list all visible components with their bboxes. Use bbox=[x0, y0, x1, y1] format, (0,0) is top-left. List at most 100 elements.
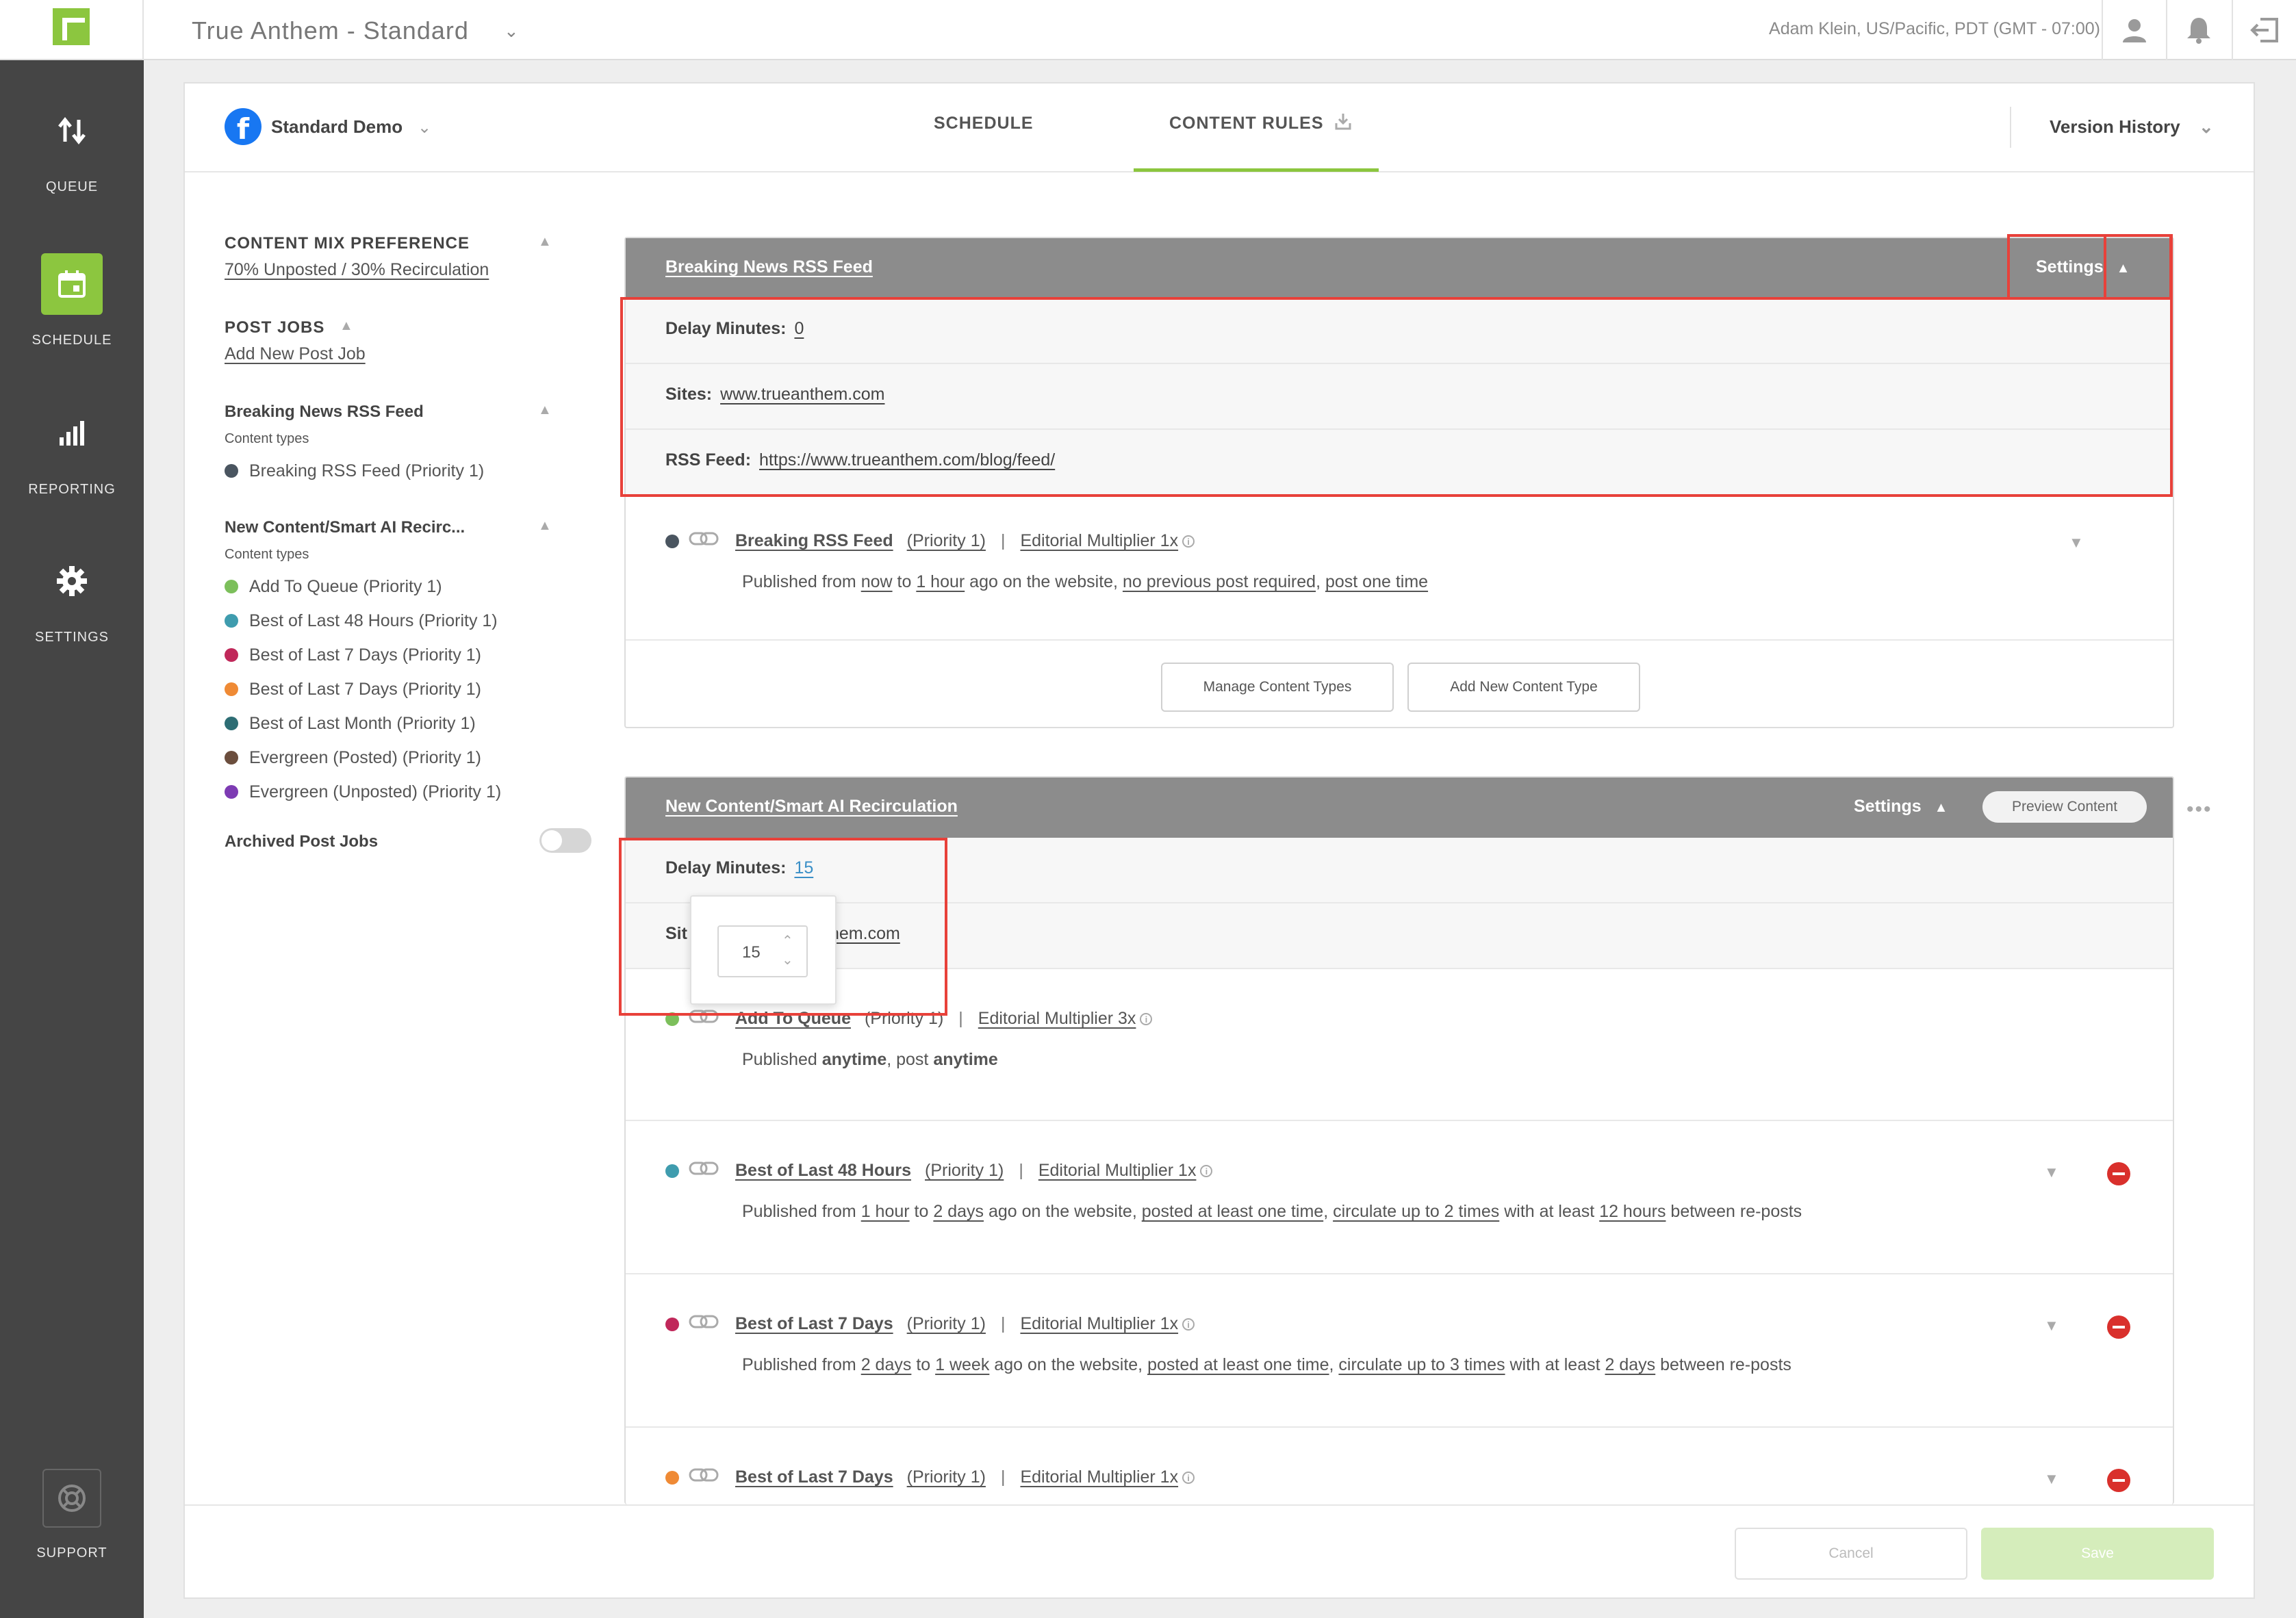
collapse-triangle-icon[interactable]: ▲ bbox=[538, 234, 552, 250]
link-icon[interactable] bbox=[689, 1161, 719, 1181]
logo-container[interactable] bbox=[0, 0, 144, 60]
panel-title[interactable]: New Content/Smart AI Recirculation bbox=[665, 797, 958, 817]
info-icon[interactable]: i bbox=[1182, 1318, 1195, 1331]
collapse-triangle-icon[interactable]: ▲ bbox=[538, 402, 552, 418]
rule-from[interactable]: 2 days bbox=[861, 1355, 912, 1374]
list-item[interactable]: Evergreen (Posted) (Priority 1) bbox=[225, 741, 560, 775]
panel-title[interactable]: Breaking News RSS Feed bbox=[665, 257, 873, 277]
rule-name[interactable]: Best of Last 48 Hours bbox=[735, 1161, 911, 1181]
sidebar-item-label: SCHEDULE bbox=[31, 333, 112, 348]
sidebar-item-label: REPORTING bbox=[28, 482, 116, 497]
remove-rule-button[interactable] bbox=[2107, 1162, 2130, 1185]
remove-rule-button[interactable] bbox=[2107, 1315, 2130, 1339]
editorial-multiplier[interactable]: Editorial Multiplier 3x bbox=[978, 1009, 1136, 1029]
info-icon[interactable]: i bbox=[1140, 1012, 1153, 1025]
rule-name[interactable]: Best of Last 7 Days bbox=[735, 1467, 893, 1487]
content-rule-row: Best of Last 7 Days (Priority 1) | Edito… bbox=[626, 1428, 2173, 1504]
chevron-down-icon[interactable]: ▼ bbox=[2044, 1164, 2059, 1181]
app-title[interactable]: True Anthem - Standard bbox=[192, 16, 469, 45]
content-rule-row: Breaking RSS Feed (Priority 1) | Editori… bbox=[626, 496, 2173, 641]
content-types-label: Content types bbox=[225, 431, 309, 446]
settings-toggle[interactable]: Settings ▲ bbox=[1854, 797, 1948, 817]
rule-post-frequency[interactable]: post one time bbox=[1325, 572, 1428, 591]
sidebar-item-reporting[interactable]: REPORTING bbox=[0, 402, 144, 498]
editorial-multiplier[interactable]: Editorial Multiplier 1x bbox=[1038, 1161, 1197, 1181]
job-title[interactable]: Breaking News RSS Feed ▲ bbox=[225, 402, 560, 422]
rule-condition[interactable]: posted at least one time bbox=[1142, 1202, 1323, 1221]
info-icon[interactable]: i bbox=[1182, 1471, 1195, 1484]
editorial-multiplier[interactable]: Editorial Multiplier 1x bbox=[1020, 531, 1178, 551]
logout-icon[interactable] bbox=[2232, 0, 2296, 60]
rule-name[interactable]: Best of Last 7 Days bbox=[735, 1314, 893, 1334]
link-icon[interactable] bbox=[689, 531, 719, 551]
rule-name[interactable]: Breaking RSS Feed bbox=[735, 531, 893, 551]
list-item[interactable]: Best of Last Month (Priority 1) bbox=[225, 706, 560, 741]
save-button[interactable]: Save bbox=[1981, 1528, 2214, 1580]
list-item[interactable]: Evergreen (Unposted) (Priority 1) bbox=[225, 775, 560, 809]
sidebar-item-support[interactable]: SUPPORT bbox=[0, 1469, 144, 1561]
chevron-down-icon[interactable]: ▼ bbox=[2069, 534, 2084, 552]
list-item[interactable]: Best of Last 7 Days (Priority 1) bbox=[225, 638, 560, 672]
collapse-triangle-icon[interactable]: ▲ bbox=[538, 518, 552, 534]
rule-gap[interactable]: 2 days bbox=[1605, 1355, 1656, 1374]
rule-to[interactable]: 1 hour bbox=[916, 572, 965, 591]
rule-from[interactable]: now bbox=[861, 572, 893, 591]
collapse-triangle-icon[interactable]: ▲ bbox=[340, 318, 354, 334]
rule-condition[interactable]: posted at least one time bbox=[1147, 1355, 1329, 1374]
remove-rule-button[interactable] bbox=[2107, 1469, 2130, 1492]
rule-to[interactable]: 2 days bbox=[933, 1202, 984, 1221]
list-item[interactable]: Best of Last 7 Days (Priority 1) bbox=[225, 672, 560, 706]
color-dot bbox=[225, 648, 238, 662]
rule-priority[interactable]: (Priority 1) bbox=[925, 1161, 1004, 1181]
version-history-dropdown[interactable]: Version History ⌄ bbox=[2010, 107, 2254, 148]
rule-to[interactable]: 1 week bbox=[935, 1355, 989, 1374]
color-dot bbox=[225, 717, 238, 730]
add-new-content-type-button[interactable]: Add New Content Type bbox=[1407, 663, 1640, 712]
user-icon[interactable] bbox=[2102, 0, 2166, 60]
add-post-job-link[interactable]: Add New Post Job bbox=[225, 344, 366, 364]
info-icon[interactable]: i bbox=[1200, 1164, 1213, 1177]
rule-priority[interactable]: (Priority 1) bbox=[907, 1467, 986, 1487]
sidebar-item-label: SETTINGS bbox=[34, 630, 109, 645]
separator: | bbox=[1019, 1161, 1023, 1180]
chevron-down-icon[interactable]: ▼ bbox=[2044, 1317, 2059, 1335]
preview-content-button[interactable]: Preview Content bbox=[1982, 791, 2147, 823]
list-item[interactable]: Breaking RSS Feed (Priority 1) bbox=[225, 454, 560, 488]
account-selector[interactable]: Standard Demo bbox=[271, 116, 403, 138]
editorial-multiplier[interactable]: Editorial Multiplier 1x bbox=[1020, 1314, 1178, 1334]
chevron-down-icon[interactable]: ⌄ bbox=[418, 118, 431, 138]
info-icon[interactable]: i bbox=[1182, 535, 1195, 548]
job-title[interactable]: New Content/Smart AI Recirc... ▲ bbox=[225, 518, 560, 537]
sidebar-item-schedule[interactable]: SCHEDULE bbox=[0, 253, 144, 348]
chevron-down-icon[interactable]: ▼ bbox=[2044, 1470, 2059, 1488]
more-options-icon[interactable]: ••• bbox=[2186, 798, 2212, 821]
link-icon[interactable] bbox=[689, 1467, 719, 1487]
bell-icon[interactable] bbox=[2166, 0, 2230, 60]
tab-schedule[interactable]: SCHEDULE bbox=[934, 114, 1034, 133]
rule-priority[interactable]: (Priority 1) bbox=[907, 531, 986, 551]
chevron-down-icon[interactable]: ⌄ bbox=[504, 21, 519, 42]
rule-priority[interactable]: (Priority 1) bbox=[907, 1314, 986, 1334]
rule-condition[interactable]: no previous post required bbox=[1123, 572, 1316, 591]
gear-icon bbox=[41, 550, 103, 612]
separator: | bbox=[1000, 1314, 1006, 1333]
cancel-button[interactable]: Cancel bbox=[1735, 1528, 1967, 1580]
sidebar-item-queue[interactable]: QUEUE bbox=[0, 100, 144, 195]
export-icon[interactable] bbox=[1335, 112, 1351, 133]
rule-circulate[interactable]: circulate up to 2 times bbox=[1333, 1202, 1499, 1221]
true-anthem-logo bbox=[53, 8, 90, 45]
sort-arrows-icon bbox=[41, 100, 103, 162]
rule-from[interactable]: 1 hour bbox=[861, 1202, 910, 1221]
list-item[interactable]: Add To Queue (Priority 1) bbox=[225, 569, 560, 604]
rule-circulate[interactable]: circulate up to 3 times bbox=[1338, 1355, 1505, 1374]
list-item[interactable]: Best of Last 48 Hours (Priority 1) bbox=[225, 604, 560, 638]
color-dot bbox=[665, 1470, 679, 1485]
rule-gap[interactable]: 12 hours bbox=[1599, 1202, 1666, 1221]
sidebar-item-settings[interactable]: SETTINGS bbox=[0, 550, 144, 645]
editorial-multiplier[interactable]: Editorial Multiplier 1x bbox=[1020, 1467, 1178, 1487]
archived-toggle[interactable] bbox=[539, 828, 591, 853]
content-mix-link[interactable]: 70% Unposted / 30% Recirculation bbox=[225, 260, 489, 280]
link-icon[interactable] bbox=[689, 1314, 719, 1334]
tab-content-rules[interactable]: CONTENT RULES bbox=[1169, 114, 1324, 133]
manage-content-types-button[interactable]: Manage Content Types bbox=[1161, 663, 1394, 712]
